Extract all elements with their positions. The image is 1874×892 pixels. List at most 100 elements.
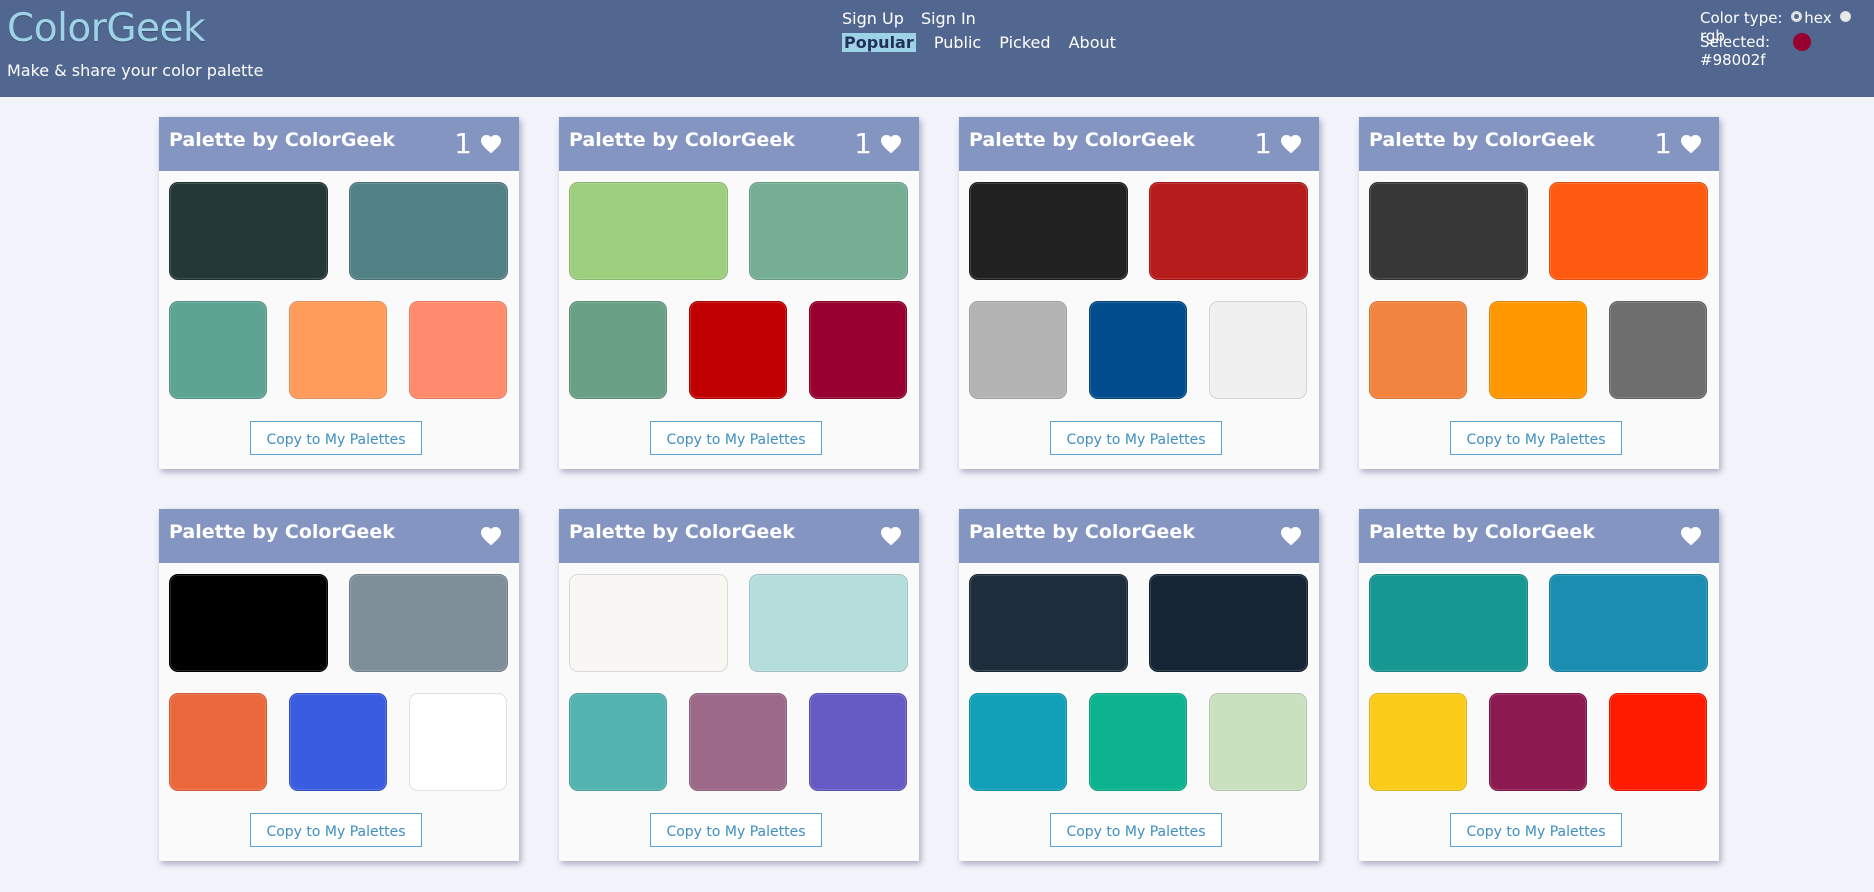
color-swatch[interactable] xyxy=(1489,301,1587,399)
palette-card: Palette by ColorGeek 1 Copy to My Palettes xyxy=(559,117,919,469)
color-swatch[interactable] xyxy=(749,182,908,280)
sign-up-link[interactable]: Sign Up xyxy=(842,9,904,28)
heart-icon[interactable] xyxy=(1279,524,1303,548)
color-swatch[interactable] xyxy=(1369,182,1528,280)
color-swatch[interactable] xyxy=(1609,693,1707,791)
account-nav: Sign Up Sign In xyxy=(842,9,988,28)
color-swatch[interactable] xyxy=(749,574,908,672)
heart-icon[interactable] xyxy=(1279,132,1303,156)
color-swatch[interactable] xyxy=(1369,693,1467,791)
palette-title: Palette by ColorGeek xyxy=(569,521,795,543)
palette-header: Palette by ColorGeek 1 xyxy=(159,117,519,171)
app-logo[interactable]: ColorGeek xyxy=(7,6,206,51)
copy-to-my-palettes-button[interactable]: Copy to My Palettes xyxy=(650,421,822,455)
color-swatch[interactable] xyxy=(169,301,267,399)
color-swatch[interactable] xyxy=(1209,693,1307,791)
color-swatch[interactable] xyxy=(1149,574,1308,672)
palette-card: Palette by ColorGeek 1 Copy to My Palettes xyxy=(959,117,1319,469)
app-tagline: Make & share your color palette xyxy=(7,61,264,80)
palette-header: Palette by ColorGeek 1 xyxy=(559,117,919,171)
color-type-label: Color type: xyxy=(1700,9,1783,27)
rgb-radio[interactable] xyxy=(1840,11,1852,22)
palette-header: Palette by ColorGeek 1 xyxy=(1359,117,1719,171)
copy-to-my-palettes-button[interactable]: Copy to My Palettes xyxy=(1450,813,1622,847)
color-swatch[interactable] xyxy=(569,574,728,672)
color-swatch[interactable] xyxy=(1489,693,1587,791)
heart-icon[interactable] xyxy=(1679,524,1703,548)
copy-to-my-palettes-button[interactable]: Copy to My Palettes xyxy=(250,421,422,455)
heart-icon[interactable] xyxy=(479,132,503,156)
like-count: 1 xyxy=(454,127,472,160)
color-swatch[interactable] xyxy=(969,182,1128,280)
color-swatch[interactable] xyxy=(1369,574,1528,672)
nav-popular[interactable]: Popular xyxy=(842,33,916,52)
color-swatch[interactable] xyxy=(569,693,667,791)
palette-card: Palette by ColorGeek Copy to My Palettes xyxy=(1359,509,1719,861)
palette-card: Palette by ColorGeek Copy to My Palettes xyxy=(559,509,919,861)
copy-to-my-palettes-button[interactable]: Copy to My Palettes xyxy=(250,813,422,847)
hex-label[interactable]: hex xyxy=(1804,9,1831,27)
like-count: 1 xyxy=(854,127,872,160)
copy-to-my-palettes-button[interactable]: Copy to My Palettes xyxy=(650,813,822,847)
color-swatch[interactable] xyxy=(809,301,907,399)
color-swatch[interactable] xyxy=(809,693,907,791)
sign-in-link[interactable]: Sign In xyxy=(921,9,976,28)
copy-to-my-palettes-button[interactable]: Copy to My Palettes xyxy=(1450,421,1622,455)
color-swatch[interactable] xyxy=(1089,301,1187,399)
color-swatch[interactable] xyxy=(1149,182,1308,280)
color-swatch[interactable] xyxy=(1549,574,1708,672)
color-swatch[interactable] xyxy=(969,693,1067,791)
color-swatch[interactable] xyxy=(1209,301,1307,399)
app-header: ColorGeek Make & share your color palett… xyxy=(0,0,1874,97)
color-swatch[interactable] xyxy=(1369,301,1467,399)
color-swatch[interactable] xyxy=(169,693,267,791)
color-swatch[interactable] xyxy=(409,693,507,791)
color-swatch[interactable] xyxy=(349,182,508,280)
nav-public[interactable]: Public xyxy=(934,33,981,52)
palette-card: Palette by ColorGeek Copy to My Palettes xyxy=(159,509,519,861)
heart-icon[interactable] xyxy=(879,132,903,156)
nav-picked[interactable]: Picked xyxy=(999,33,1050,52)
palette-header: Palette by ColorGeek xyxy=(959,509,1319,563)
copy-to-my-palettes-button[interactable]: Copy to My Palettes xyxy=(1050,421,1222,455)
nav-about[interactable]: About xyxy=(1069,33,1116,52)
palette-header: Palette by ColorGeek xyxy=(1359,509,1719,563)
selected-color-value: #98002f xyxy=(1700,51,1766,69)
palette-title: Palette by ColorGeek xyxy=(1369,521,1595,543)
selected-color: Selected: #98002f xyxy=(1700,33,1874,69)
color-swatch[interactable] xyxy=(569,301,667,399)
palette-card: Palette by ColorGeek 1 Copy to My Palettes xyxy=(1359,117,1719,469)
color-swatch[interactable] xyxy=(969,301,1067,399)
main-nav: Popular Public Picked About xyxy=(842,33,1129,52)
color-swatch[interactable] xyxy=(289,693,387,791)
palette-title: Palette by ColorGeek xyxy=(969,521,1195,543)
color-swatch[interactable] xyxy=(1089,693,1187,791)
heart-icon[interactable] xyxy=(479,524,503,548)
color-swatch[interactable] xyxy=(1609,301,1707,399)
color-swatch[interactable] xyxy=(349,574,508,672)
palette-card: Palette by ColorGeek 1 Copy to My Palettes xyxy=(159,117,519,469)
color-swatch[interactable] xyxy=(289,301,387,399)
palette-title: Palette by ColorGeek xyxy=(1369,129,1595,151)
color-swatch[interactable] xyxy=(1549,182,1708,280)
palette-title: Palette by ColorGeek xyxy=(169,129,395,151)
selected-color-swatch xyxy=(1792,33,1811,51)
heart-icon[interactable] xyxy=(879,524,903,548)
palette-title: Palette by ColorGeek xyxy=(969,129,1195,151)
hex-radio[interactable] xyxy=(1791,11,1803,22)
selected-label: Selected: xyxy=(1700,33,1771,51)
heart-icon[interactable] xyxy=(1679,132,1703,156)
color-swatch[interactable] xyxy=(969,574,1128,672)
palette-header: Palette by ColorGeek 1 xyxy=(959,117,1319,171)
palette-header: Palette by ColorGeek xyxy=(559,509,919,563)
color-swatch[interactable] xyxy=(569,182,728,280)
color-swatch[interactable] xyxy=(689,301,787,399)
color-swatch[interactable] xyxy=(409,301,507,399)
palette-card: Palette by ColorGeek Copy to My Palettes xyxy=(959,509,1319,861)
color-swatch[interactable] xyxy=(689,693,787,791)
palette-header: Palette by ColorGeek xyxy=(159,509,519,563)
copy-to-my-palettes-button[interactable]: Copy to My Palettes xyxy=(1050,813,1222,847)
like-count: 1 xyxy=(1254,127,1272,160)
color-swatch[interactable] xyxy=(169,182,328,280)
color-swatch[interactable] xyxy=(169,574,328,672)
